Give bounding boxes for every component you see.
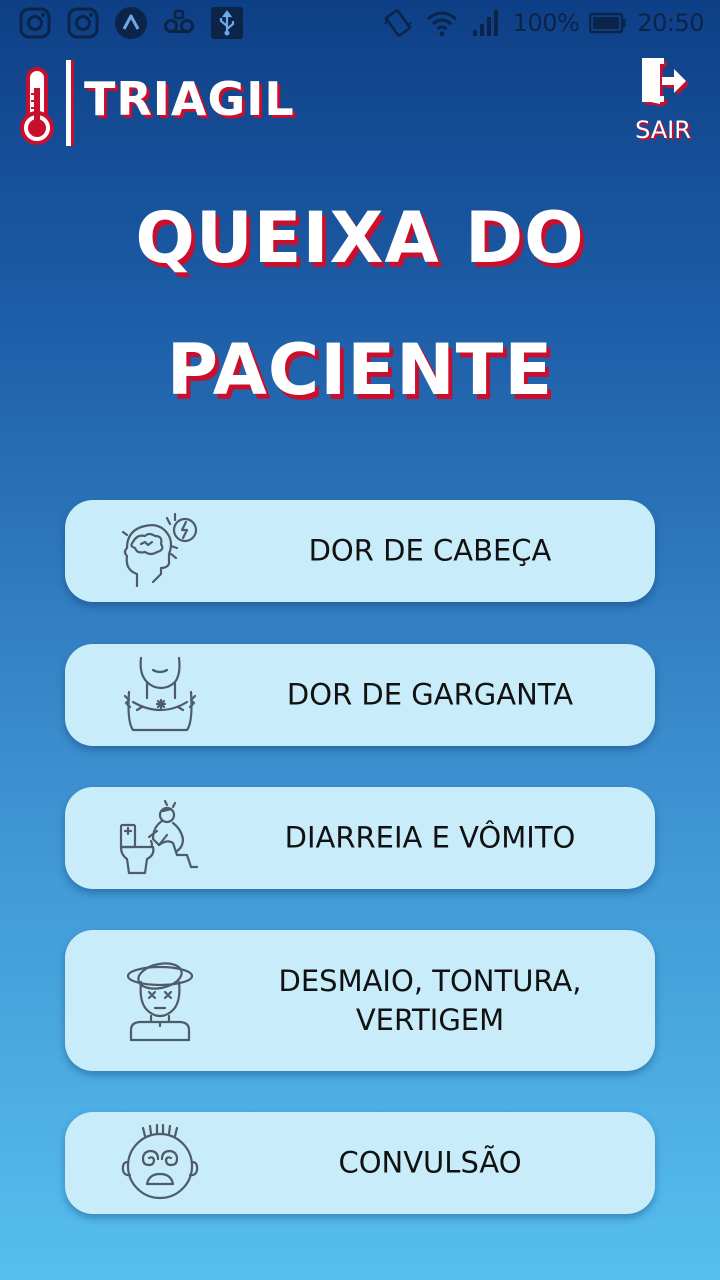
instagram-icon [18, 6, 52, 40]
brand-divider [66, 60, 71, 146]
wifi-icon [425, 6, 459, 40]
dizziness-icon [117, 958, 203, 1044]
brand-title: TRIAGIL [84, 72, 295, 126]
complaint-button-seizure[interactable]: CONVULSÃO [65, 1112, 655, 1214]
exit-label: SAIR [635, 116, 691, 144]
page-title: QUEIXA DO PACIENTE [0, 172, 720, 436]
instagram-icon [66, 6, 100, 40]
complaint-label: DESMAIO, TONTURA, VERTIGEM [278, 963, 582, 1037]
complaint-label: DOR DE CABEÇA [308, 533, 552, 568]
battery-percent: 100% [512, 9, 580, 37]
headache-icon [117, 508, 203, 594]
exit-door-icon [640, 56, 692, 107]
battery-icon [589, 6, 627, 40]
app-icon [114, 6, 148, 40]
vibrate-icon [381, 6, 415, 40]
seizure-icon [117, 1120, 203, 1206]
complaint-button-vomiting[interactable]: DIARREIA E VÔMITO [65, 787, 655, 889]
signal-icon [469, 6, 503, 40]
complaint-label: CONVULSÃO [338, 1145, 522, 1180]
page-title-line-2: PACIENTE [166, 329, 554, 411]
vomiting-icon [117, 795, 203, 881]
voicemail-icon [162, 6, 196, 40]
complaint-button-sore-throat[interactable]: DOR DE GARGANTA [65, 644, 655, 746]
thermometer-icon [18, 66, 56, 146]
complaint-button-headache[interactable]: DOR DE CABEÇA [65, 500, 655, 602]
usb-icon [210, 6, 244, 40]
page-title-line-1: QUEIXA DO [135, 197, 585, 279]
complaint-button-dizziness[interactable]: DESMAIO, TONTURA, VERTIGEM [65, 930, 655, 1071]
complaint-label: DIARREIA E VÔMITO [284, 820, 576, 855]
complaint-label: DOR DE GARGANTA [286, 677, 574, 712]
status-bar: 100% 20:50 [0, 0, 720, 48]
exit-button[interactable]: SAIR [628, 56, 698, 148]
clock: 20:50 [637, 9, 704, 37]
sore-throat-icon [117, 652, 203, 738]
